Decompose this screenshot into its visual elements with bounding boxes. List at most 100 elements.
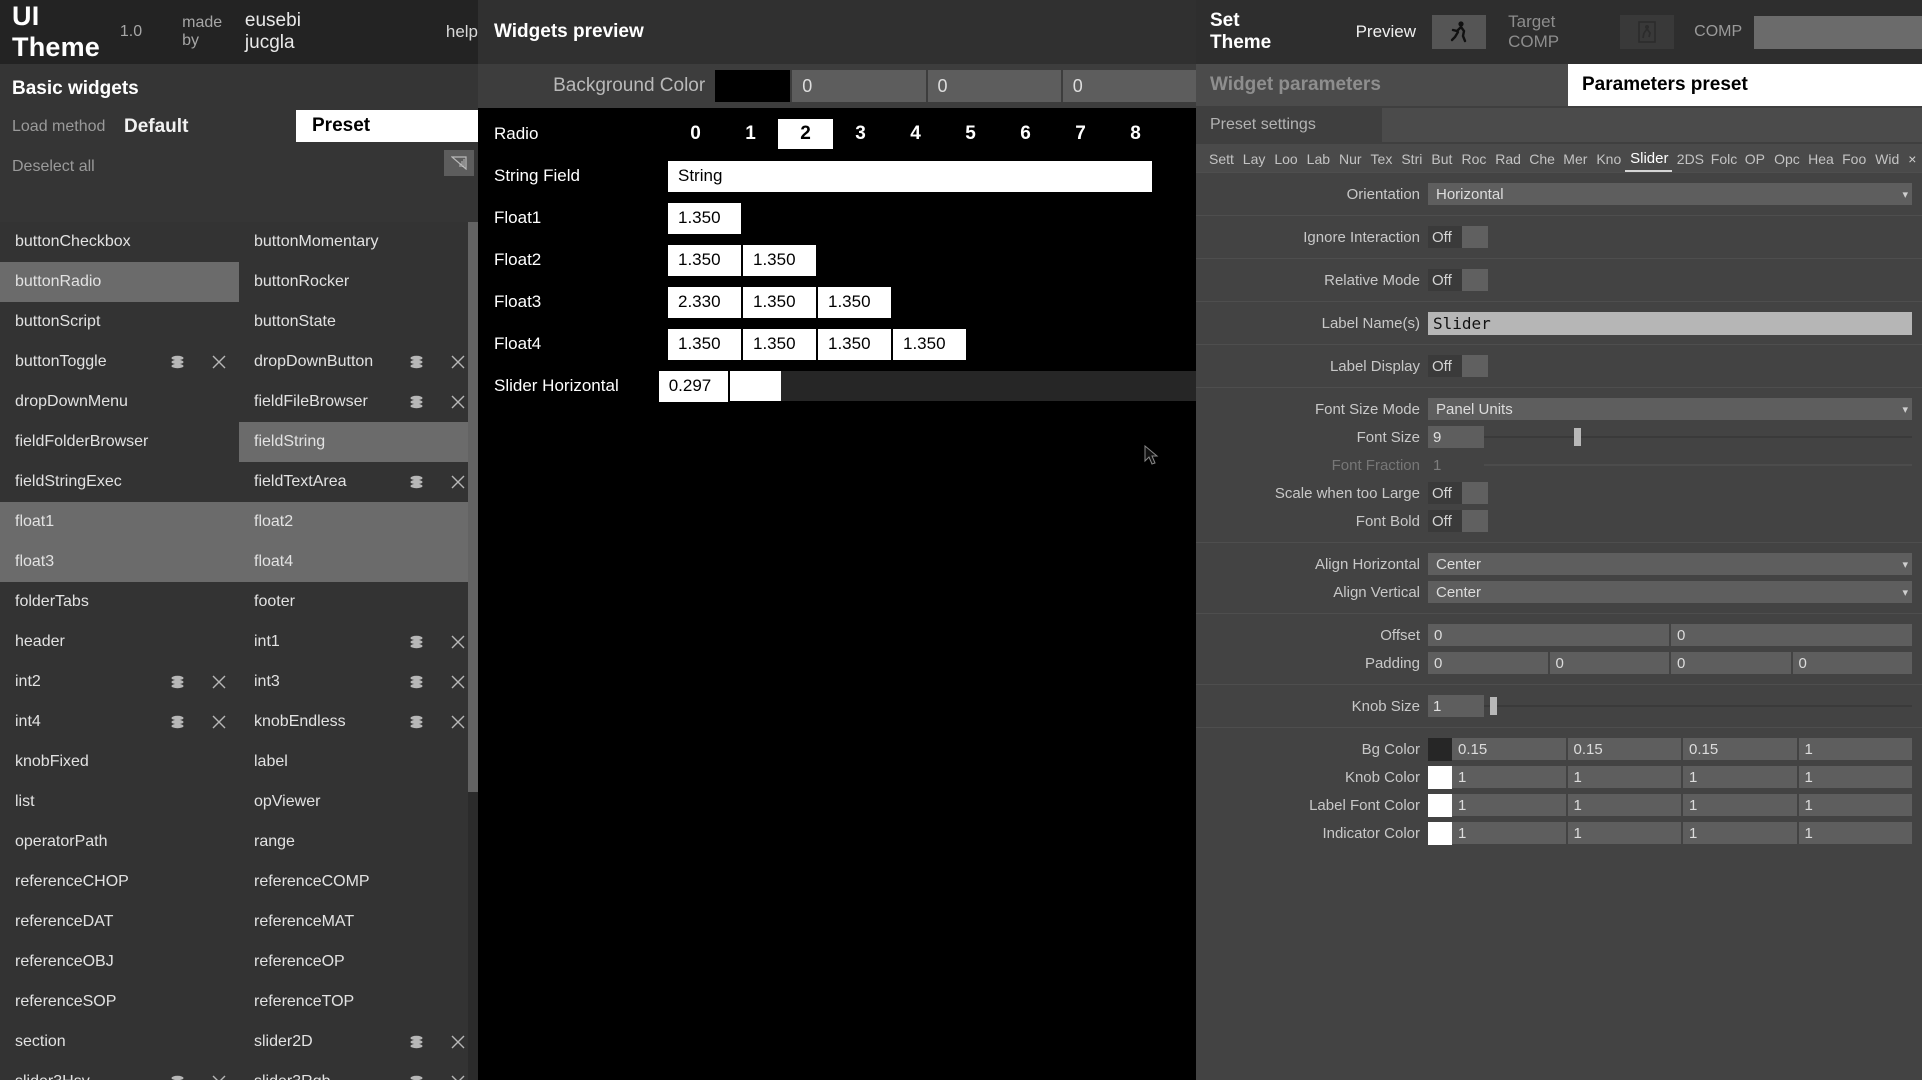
preset-button[interactable]: Preset bbox=[296, 110, 478, 142]
stack-icon[interactable] bbox=[406, 672, 426, 692]
close-icon[interactable] bbox=[448, 672, 468, 692]
widget-item-fieldStringExec[interactable]: fieldStringExec bbox=[0, 462, 239, 502]
float2-input-0[interactable]: 1.350 bbox=[668, 245, 743, 276]
scrollbar-thumb[interactable] bbox=[468, 222, 478, 792]
exit-door-icon[interactable] bbox=[1620, 15, 1674, 49]
close-icon[interactable] bbox=[448, 632, 468, 652]
string-field-input[interactable]: String bbox=[668, 161, 1154, 192]
load-method-value[interactable]: Default bbox=[124, 116, 188, 138]
widget-item-range[interactable]: range bbox=[239, 822, 478, 862]
param-color-label-font-color-2[interactable]: 1 bbox=[1683, 794, 1797, 816]
param-slider-handle[interactable] bbox=[1574, 428, 1581, 446]
param-toggle-label-display[interactable]: Off bbox=[1428, 355, 1488, 377]
param-tab-op[interactable]: OP bbox=[1740, 146, 1769, 172]
widget-item-operatorPath[interactable]: operatorPath bbox=[0, 822, 239, 862]
background-color-g[interactable]: 0 bbox=[926, 70, 1061, 102]
widget-item-buttonToggle[interactable]: buttonToggle bbox=[0, 342, 239, 382]
radio-option-7[interactable]: 7 bbox=[1053, 119, 1108, 149]
widget-item-dropDownButton[interactable]: dropDownButton bbox=[239, 342, 478, 382]
param-tab-stri[interactable]: Stri bbox=[1396, 146, 1426, 172]
widget-item-section[interactable]: section bbox=[0, 1022, 239, 1062]
param-slider-handle[interactable] bbox=[1490, 697, 1497, 715]
param-tab-folc[interactable]: Folc bbox=[1706, 146, 1740, 172]
param-tab-hea[interactable]: Hea bbox=[1803, 146, 1837, 172]
stack-icon[interactable] bbox=[406, 1072, 426, 1080]
background-color-swatch[interactable] bbox=[715, 70, 790, 102]
param-color-bg-color-0[interactable]: 0.15 bbox=[1452, 738, 1566, 760]
param-value-font-size[interactable]: 9 bbox=[1428, 426, 1484, 448]
float3-input-2[interactable]: 1.350 bbox=[818, 287, 893, 318]
widget-item-referenceCOMP[interactable]: referenceCOMP bbox=[239, 862, 478, 902]
widget-item-referenceDAT[interactable]: referenceDAT bbox=[0, 902, 239, 942]
stack-icon[interactable] bbox=[406, 472, 426, 492]
close-icon[interactable] bbox=[448, 352, 468, 372]
param-toggle-relative-mode[interactable]: Off bbox=[1428, 269, 1488, 291]
stack-icon[interactable] bbox=[406, 352, 426, 372]
param-tab-but[interactable]: But bbox=[1426, 146, 1456, 172]
param-color-bg-color-3[interactable]: 1 bbox=[1799, 738, 1913, 760]
param-toggle-scale-when-too-large[interactable]: Off bbox=[1428, 482, 1488, 504]
stack-icon[interactable] bbox=[167, 672, 187, 692]
widget-item-slider3Hsv[interactable]: slider3Hsv bbox=[0, 1062, 239, 1080]
close-icon[interactable] bbox=[448, 1032, 468, 1052]
tab-parameters-preset[interactable]: Parameters preset bbox=[1568, 64, 1922, 106]
param-toggle-switch[interactable] bbox=[1462, 226, 1488, 248]
param-field-offset-0[interactable]: 0 bbox=[1428, 624, 1669, 646]
param-tab-lab[interactable]: Lab bbox=[1302, 146, 1334, 172]
param-toggle-switch[interactable] bbox=[1462, 482, 1488, 504]
param-text-label-name-s[interactable]: Slider bbox=[1428, 312, 1912, 335]
param-color-knob-color-2[interactable]: 1 bbox=[1683, 766, 1797, 788]
radio-option-5[interactable]: 5 bbox=[943, 119, 998, 149]
param-tab-loo[interactable]: Loo bbox=[1269, 146, 1301, 172]
param-tab-slider[interactable]: Slider bbox=[1625, 146, 1672, 172]
float2-input-1[interactable]: 1.350 bbox=[743, 245, 818, 276]
stack-icon[interactable] bbox=[406, 632, 426, 652]
widget-list-scrollbar[interactable] bbox=[468, 222, 478, 1080]
widget-item-referenceOBJ[interactable]: referenceOBJ bbox=[0, 942, 239, 982]
widget-item-buttonCheckbox[interactable]: buttonCheckbox bbox=[0, 222, 239, 262]
radio-option-3[interactable]: 3 bbox=[833, 119, 888, 149]
widget-item-dropDownMenu[interactable]: dropDownMenu bbox=[0, 382, 239, 422]
param-color-knob-color-3[interactable]: 1 bbox=[1799, 766, 1913, 788]
param-tab-mer[interactable]: Mer bbox=[1558, 146, 1591, 172]
widget-item-fieldString[interactable]: fieldString bbox=[239, 422, 478, 462]
widget-item-referenceMAT[interactable]: referenceMAT bbox=[239, 902, 478, 942]
deselect-all-label[interactable]: Deselect all bbox=[12, 158, 95, 176]
radio-group[interactable]: 012345678 bbox=[668, 119, 1163, 149]
param-swatch-indicator-color[interactable] bbox=[1428, 822, 1452, 845]
param-tab-wid[interactable]: Wid bbox=[1870, 146, 1903, 172]
widget-item-buttonMomentary[interactable]: buttonMomentary bbox=[239, 222, 478, 262]
param-slider-font-size[interactable] bbox=[1484, 426, 1912, 448]
param-color-label-font-color-0[interactable]: 1 bbox=[1452, 794, 1566, 816]
close-icon[interactable] bbox=[448, 472, 468, 492]
param-tab-nur[interactable]: Nur bbox=[1334, 146, 1366, 172]
param-tab-tex[interactable]: Tex bbox=[1366, 146, 1397, 172]
widget-item-fieldFileBrowser[interactable]: fieldFileBrowser bbox=[239, 382, 478, 422]
slider-horizontal-value[interactable]: 0.297 bbox=[659, 371, 731, 402]
param-color-indicator-color-3[interactable]: 1 bbox=[1799, 822, 1913, 844]
param-tab-sett[interactable]: Sett bbox=[1204, 146, 1238, 172]
param-color-label-font-color-1[interactable]: 1 bbox=[1568, 794, 1682, 816]
widget-item-fieldTextArea[interactable]: fieldTextArea bbox=[239, 462, 478, 502]
stack-icon[interactable] bbox=[167, 712, 187, 732]
param-dropdown-align-vertical[interactable]: Center bbox=[1428, 581, 1912, 603]
float2-fields[interactable]: 1.3501.350 bbox=[668, 245, 818, 276]
param-toggle-ignore-interaction[interactable]: Off bbox=[1428, 226, 1488, 248]
widget-item-float4[interactable]: float4 bbox=[239, 542, 478, 582]
param-slider-knob-size[interactable] bbox=[1484, 695, 1912, 717]
param-field-padding-2[interactable]: 0 bbox=[1671, 652, 1791, 674]
param-tab-foo[interactable]: Foo bbox=[1837, 146, 1870, 172]
widget-item-opViewer[interactable]: opViewer bbox=[239, 782, 478, 822]
param-tab-lay[interactable]: Lay bbox=[1238, 146, 1270, 172]
param-tab-2ds[interactable]: 2DS bbox=[1672, 146, 1706, 172]
param-field-padding-0[interactable]: 0 bbox=[1428, 652, 1548, 674]
radio-option-4[interactable]: 4 bbox=[888, 119, 943, 149]
widget-item-footer[interactable]: footer bbox=[239, 582, 478, 622]
close-icon[interactable] bbox=[448, 392, 468, 412]
param-field-padding-1[interactable]: 0 bbox=[1550, 652, 1670, 674]
widget-item-float1[interactable]: float1 bbox=[0, 502, 239, 542]
parameter-tabs[interactable]: SettLayLooLabNurTexStriButRocRadCheMerKn… bbox=[1196, 144, 1922, 172]
param-tab-opc[interactable]: Opc bbox=[1769, 146, 1803, 172]
float3-fields[interactable]: 2.3301.3501.350 bbox=[668, 287, 893, 318]
param-toggle-switch[interactable] bbox=[1462, 510, 1488, 532]
